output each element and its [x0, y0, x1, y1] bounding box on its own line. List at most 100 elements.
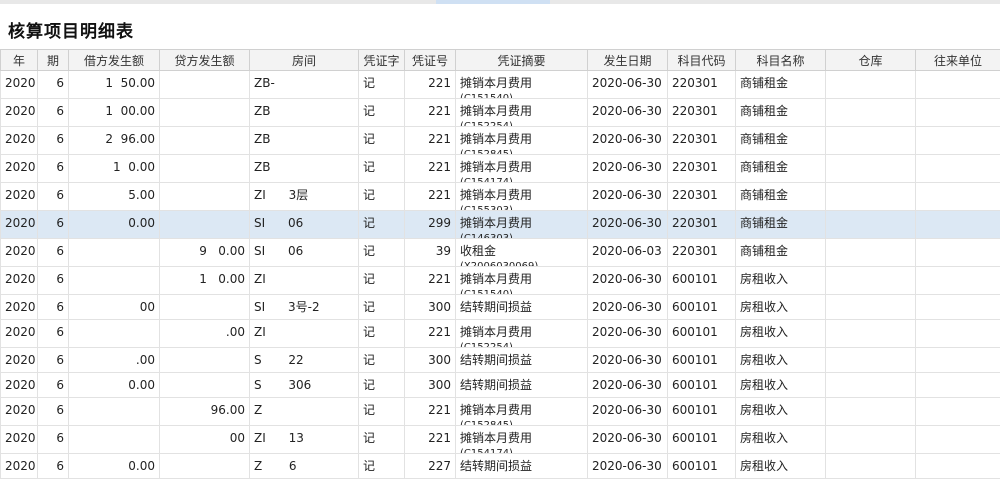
masked-room: ZB: [254, 132, 270, 146]
cell-warehouse: [826, 348, 916, 373]
table-row[interactable]: 2020696.00Z记221摊销本月费用(C152845)2020-06-30…: [1, 398, 1000, 426]
masked-debit: 00: [132, 300, 155, 314]
cell-summary: 摊销本月费用(C151540): [456, 71, 588, 99]
cell-period: 6: [38, 71, 69, 99]
table-row[interactable]: 202061 50.00ZB-记221摊销本月费用(C151540)2020-0…: [1, 71, 1000, 99]
column-header[interactable]: 仓库: [826, 50, 916, 71]
column-header[interactable]: 凭证字: [359, 50, 405, 71]
cell-vtype: 记: [359, 71, 405, 99]
summary-text: 摊销本月费用: [460, 431, 583, 446]
table-row[interactable]: 202065.00ZI 3层记221摊销本月费用(C155303)2020-06…: [1, 183, 1000, 211]
masked-credit: 00: [230, 431, 245, 445]
table-row[interactable]: 202060.00SI 06记299摊销本月费用(C146303)2020-06…: [1, 211, 1000, 239]
cell-name: 房租收入: [736, 398, 826, 426]
column-header[interactable]: 科目名称: [736, 50, 826, 71]
cell-room: Z: [250, 398, 359, 426]
table-row[interactable]: 202061 00.00ZB记221摊销本月费用(C152254)2020-06…: [1, 99, 1000, 127]
cell-vno: 221: [405, 99, 456, 127]
cell-vtype: 记: [359, 454, 405, 479]
page-title: 核算项目明细表: [8, 17, 134, 42]
column-header[interactable]: 发生日期: [588, 50, 668, 71]
cell-code: 220301: [668, 99, 736, 127]
cell-vno: 227: [405, 454, 456, 479]
column-header[interactable]: 凭证号: [405, 50, 456, 71]
cell-warehouse: [826, 155, 916, 183]
cell-code: 600101: [668, 267, 736, 295]
cell-date: 2020-06-30: [588, 398, 668, 426]
top-strip-active-segment: [436, 0, 550, 4]
column-header[interactable]: 期: [38, 50, 69, 71]
masked-debit: 0.00: [128, 459, 155, 473]
cell-summary: 摊销本月费用(C154174): [456, 426, 588, 454]
summary-text: 摊销本月费用: [460, 403, 583, 418]
cell-summary: 摊销本月费用(C155303): [456, 183, 588, 211]
cell-date: 2020-06-30: [588, 183, 668, 211]
table-row[interactable]: 2020600ZI 13记221摊销本月费用(C154174)2020-06-3…: [1, 426, 1000, 454]
cell-debit: 1 50.00: [69, 71, 160, 99]
summary-code-text: (C154174): [460, 446, 583, 453]
column-header[interactable]: 往来单位: [916, 50, 1000, 71]
column-header[interactable]: 借方发生额: [69, 50, 160, 71]
summary-code-text: (C152254): [460, 119, 583, 126]
cell-credit: .00: [160, 320, 250, 348]
cell-code: 600101: [668, 295, 736, 320]
cell-vno: 221: [405, 320, 456, 348]
column-header[interactable]: 科目代码: [668, 50, 736, 71]
summary-text: 摊销本月费用: [460, 160, 583, 175]
cell-name: 房租收入: [736, 320, 826, 348]
cell-vno: 299: [405, 211, 456, 239]
cell-year: 2020: [1, 127, 38, 155]
cell-name: 房租收入: [736, 295, 826, 320]
table-row[interactable]: 202060.00S 306记300结转期间损益2020-06-30600101…: [1, 373, 1000, 398]
summary-code-text: (C152845): [460, 418, 583, 425]
masked-debit: 2 96.00: [105, 132, 155, 146]
cell-summary: 摊销本月费用(C151540): [456, 267, 588, 295]
summary-text: 摊销本月费用: [460, 76, 583, 91]
table-row[interactable]: 202062 96.00ZB记221摊销本月费用(C152845)2020-06…: [1, 127, 1000, 155]
cell-name: 商铺租金: [736, 183, 826, 211]
cell-code: 600101: [668, 373, 736, 398]
cell-period: 6: [38, 99, 69, 127]
column-header[interactable]: 房间: [250, 50, 359, 71]
cell-vtype: 记: [359, 320, 405, 348]
cell-code: 220301: [668, 239, 736, 267]
cell-credit: [160, 99, 250, 127]
masked-debit: 1 00.00: [105, 104, 155, 118]
cell-date: 2020-06-30: [588, 127, 668, 155]
cell-vtype: 记: [359, 211, 405, 239]
table-row[interactable]: 20206.00ZI记221摊销本月费用(C152254)2020-06-306…: [1, 320, 1000, 348]
cell-period: 6: [38, 454, 69, 479]
column-header[interactable]: 年: [1, 50, 38, 71]
masked-room: SI 06: [254, 244, 303, 258]
cell-vno: 221: [405, 183, 456, 211]
summary-code-text: (C152254): [460, 340, 583, 347]
summary-text: 摊销本月费用: [460, 216, 583, 231]
table-row[interactable]: 20206 00SI 3号-2记300结转期间损益2020-06-3060010…: [1, 295, 1000, 320]
cell-room: ZI: [250, 320, 359, 348]
table-row[interactable]: 202060.00Z 6记227结转期间损益2020-06-30600101房租…: [1, 454, 1000, 479]
cell-party: [916, 426, 1000, 454]
cell-summary: 摊销本月费用(C146303): [456, 211, 588, 239]
cell-room: ZI: [250, 267, 359, 295]
masked-room: S 22: [254, 353, 304, 367]
cell-period: 6: [38, 127, 69, 155]
table-row[interactable]: 20206.00S 22记300结转期间损益2020-06-30600101房租…: [1, 348, 1000, 373]
cell-date: 2020-06-30: [588, 320, 668, 348]
cell-date: 2020-06-30: [588, 454, 668, 479]
cell-year: 2020: [1, 295, 38, 320]
column-header[interactable]: 贷方发生额: [160, 50, 250, 71]
cell-summary: 摊销本月费用(C152845): [456, 127, 588, 155]
table-row[interactable]: 202061 0.00ZI记221摊销本月费用(C151540)2020-06-…: [1, 267, 1000, 295]
masked-room: SI 06: [254, 216, 303, 230]
summary-text: 摊销本月费用: [460, 188, 583, 203]
cell-credit: [160, 127, 250, 155]
table-row[interactable]: 202061 0.00ZB记221摊销本月费用(C154174)2020-06-…: [1, 155, 1000, 183]
cell-vno: 221: [405, 71, 456, 99]
cell-party: [916, 348, 1000, 373]
cell-party: [916, 320, 1000, 348]
table-row[interactable]: 202069 0.00SI 06记39收租金(X2006030069)2020-…: [1, 239, 1000, 267]
column-header[interactable]: 凭证摘要: [456, 50, 588, 71]
cell-code: 600101: [668, 398, 736, 426]
cell-credit: [160, 155, 250, 183]
masked-room: ZB-: [254, 76, 275, 90]
